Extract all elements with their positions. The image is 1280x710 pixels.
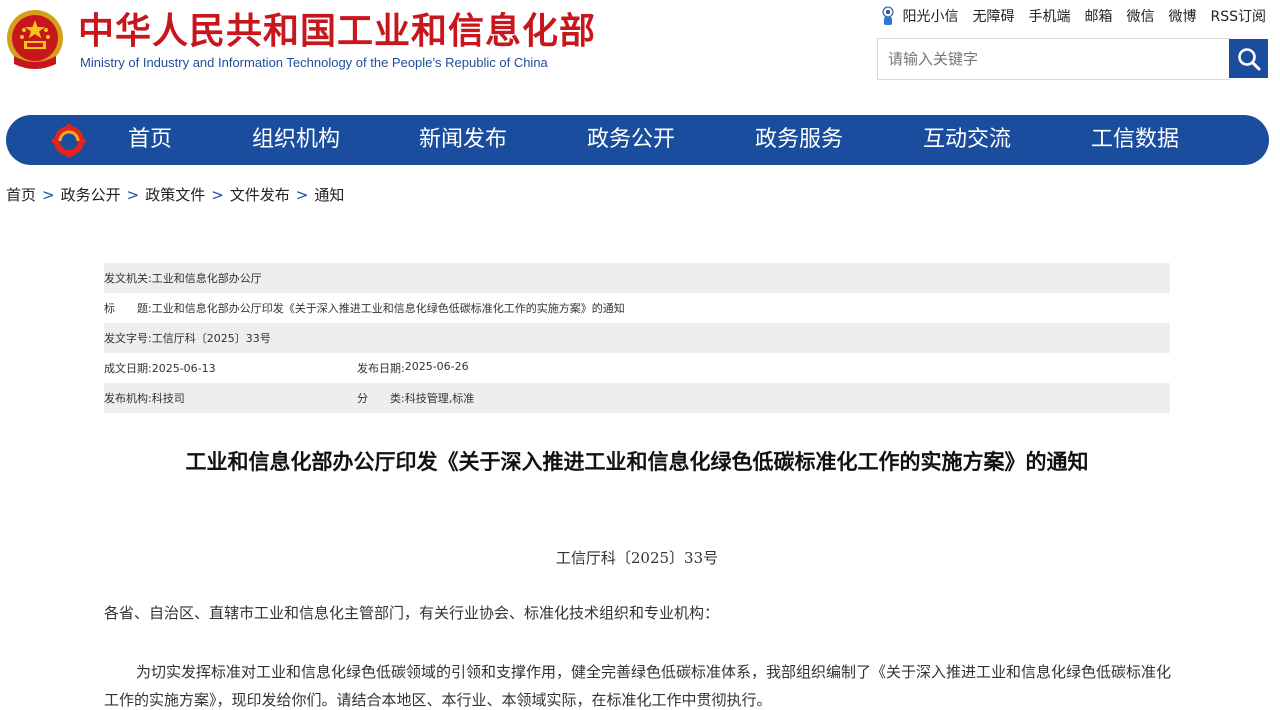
breadcrumb-separator: > <box>126 186 140 204</box>
nav-item-services[interactable]: 政务服务 <box>755 115 843 165</box>
meta-row-org: 发布机构: 科技司 分 类: 科技管理,标准 <box>104 383 1170 413</box>
toplink-accessibility[interactable]: 无障碍 <box>972 6 1014 26</box>
miit-logo-icon[interactable] <box>52 124 86 158</box>
nav-item-organization[interactable]: 组织机构 <box>252 115 340 165</box>
meta-row-dates: 成文日期: 2025-06-13 发布日期: 2025-06-26 <box>104 353 1170 383</box>
meta-label: 分 类: <box>357 392 405 405</box>
nav-item-data[interactable]: 工信数据 <box>1091 115 1179 165</box>
meta-published-group: 发布日期: 2025-06-26 <box>357 360 469 376</box>
breadcrumb-separator: > <box>42 186 55 204</box>
article-paragraph: 为切实发挥标准对工业和信息化绿色低碳领域的引领和支撑作用，健全完善绿色低碳标准体… <box>104 663 1172 709</box>
search-button[interactable] <box>1229 39 1268 78</box>
mascot-icon <box>882 6 894 25</box>
meta-label: 发文机关: <box>104 272 152 285</box>
meta-label: 标 题: <box>104 302 152 315</box>
nav-item-home[interactable]: 首页 <box>128 115 172 165</box>
meta-title: 工业和信息化部办公厅印发《关于深入推进工业和信息化绿色低碳标准化工作的实施方案》… <box>151 302 625 315</box>
breadcrumb-government-affairs[interactable]: 政务公开 <box>61 186 121 204</box>
toplink-mobile[interactable]: 手机端 <box>1028 6 1070 26</box>
site-header: 中华人民共和国工业和信息化部 Ministry of Industry and … <box>0 0 1280 104</box>
main-nav: 首页 组织机构 新闻发布 政务公开 政务服务 互动交流 工信数据 <box>6 115 1269 165</box>
site-subtitle: Ministry of Industry and Information Tec… <box>80 55 548 70</box>
breadcrumb-notice[interactable]: 通知 <box>314 186 344 204</box>
meta-label: 发布机构: <box>104 392 152 405</box>
breadcrumb-policy-files[interactable]: 政策文件 <box>145 186 205 204</box>
meta-label: 成文日期: <box>104 362 152 375</box>
toplink-weibo[interactable]: 微博 <box>1168 6 1196 26</box>
top-links: 阳光小信 无障碍 手机端 邮箱 微信 微博 RSS订阅 <box>880 6 1266 26</box>
breadcrumb-home[interactable]: 首页 <box>6 186 36 204</box>
toplink-sunshine[interactable]: 阳光小信 <box>880 6 958 26</box>
national-emblem-icon[interactable] <box>4 8 66 74</box>
meta-category-group: 分 类: 科技管理,标准 <box>357 390 474 406</box>
toplink-mail[interactable]: 邮箱 <box>1084 6 1112 26</box>
nav-item-government-affairs[interactable]: 政务公开 <box>587 115 675 165</box>
nav-item-interaction[interactable]: 互动交流 <box>923 115 1011 165</box>
toplink-rss[interactable]: RSS订阅 <box>1210 6 1266 26</box>
site-title[interactable]: 中华人民共和国工业和信息化部 <box>78 10 596 54</box>
meta-docno: 工信厅科〔2025〕33号 <box>151 332 271 345</box>
meta-row-issuer: 发文机关: 工业和信息化部办公厅 <box>104 263 1170 293</box>
meta-category: 科技管理,标准 <box>404 392 475 405</box>
search-input[interactable] <box>877 38 1230 80</box>
meta-label: 发文字号: <box>104 332 152 345</box>
article-addressee: 各省、自治区、直辖市工业和信息化主管部门，有关行业协会、标准化技术组织和专业机构… <box>104 604 720 622</box>
article-doc-number: 工信厅科〔2025〕33号 <box>555 549 719 567</box>
meta-label: 发布日期: <box>357 362 405 375</box>
article-title: 工业和信息化部办公厅印发《关于深入推进工业和信息化绿色低碳标准化工作的实施方案》… <box>185 450 1089 474</box>
breadcrumb-file-release[interactable]: 文件发布 <box>230 186 290 204</box>
breadcrumb: 首页 > 政务公开 > 政策文件 > 文件发布 > 通知 <box>6 184 344 205</box>
meta-org: 科技司 <box>151 392 185 405</box>
meta-issuer: 工业和信息化部办公厅 <box>151 272 262 285</box>
breadcrumb-separator: > <box>295 186 309 204</box>
meta-row-docno: 发文字号: 工信厅科〔2025〕33号 <box>104 323 1170 353</box>
breadcrumb-separator: > <box>211 186 224 204</box>
nav-item-news[interactable]: 新闻发布 <box>419 115 507 165</box>
meta-published-date: 2025-06-26 <box>404 360 469 373</box>
meta-created-date: 2025-06-13 <box>151 361 216 375</box>
search-icon <box>1237 47 1260 70</box>
meta-row-title: 标 题: 工业和信息化部办公厅印发《关于深入推进工业和信息化绿色低碳标准化工作的… <box>104 293 1170 323</box>
document-meta-table: 发文机关: 工业和信息化部办公厅 标 题: 工业和信息化部办公厅印发《关于深入推… <box>104 263 1170 413</box>
toplink-wechat[interactable]: 微信 <box>1126 6 1154 26</box>
